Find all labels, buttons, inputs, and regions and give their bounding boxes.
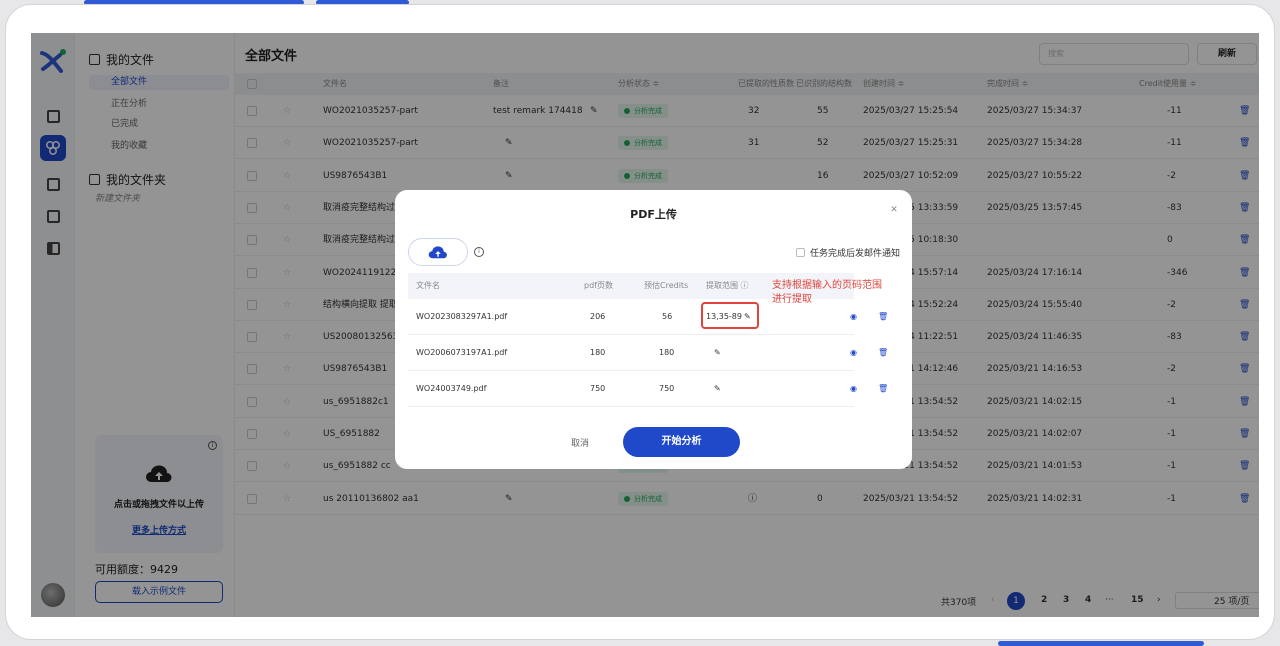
dialog-file-row: WO24003749.pdf 750 750 ✎ ◉ 🗑 [408, 371, 888, 407]
file-credits: 180 [659, 348, 675, 357]
edit-icon[interactable]: ✎ [714, 371, 721, 407]
file-name: WO2023083297A1.pdf [416, 312, 508, 321]
range-highlight-box [701, 302, 759, 329]
range-annotation: 支持根据输入的页码范围进行提取 [772, 280, 882, 305]
edit-icon[interactable]: ✎ [714, 335, 721, 371]
col-range: 提取范围 ⓘ [706, 281, 749, 290]
file-credits: 56 [662, 312, 673, 321]
cancel-button[interactable]: 取消 [571, 436, 589, 449]
preview-eye-icon[interactable]: ◉ [850, 371, 857, 407]
col-credits: 预估Credits [644, 281, 689, 290]
file-credits: 750 [659, 384, 675, 393]
dialog-file-row: WO2006073197A1.pdf 180 180 ✎ ◉ 🗑 [408, 335, 888, 371]
cloud-upload-icon [428, 245, 447, 258]
bottom-bar-accent [998, 641, 1204, 646]
start-analysis-button[interactable]: 开始分析 [623, 427, 740, 457]
notify-label: 任务完成后发邮件通知 [809, 249, 900, 259]
email-notify-checkbox[interactable]: 任务完成后发邮件通知 [795, 246, 900, 259]
upload-button[interactable] [408, 238, 468, 266]
file-name: WO2006073197A1.pdf [416, 348, 508, 357]
file-pages: 180 [590, 348, 606, 357]
info-icon[interactable]: i [474, 247, 484, 257]
pdf-upload-dialog: PDF上传 ✕ i 任务完成后发邮件通知 文件名 pdf页数 预估Credits… [395, 190, 912, 469]
file-pages: 750 [590, 384, 606, 393]
file-name: WO24003749.pdf [416, 384, 487, 393]
col-filename: 文件名 [416, 281, 440, 290]
preview-eye-icon[interactable]: ◉ [850, 335, 857, 371]
dialog-title: PDF上传 [630, 208, 677, 221]
window-frame: 我的文件 全部文件 正在分析 已完成 我的收藏 我的文件夹 新建文件夹 i 点击… [5, 4, 1275, 640]
col-pages: pdf页数 [584, 281, 613, 290]
delete-trash-icon[interactable]: 🗑 [878, 371, 888, 407]
checkbox-box[interactable] [795, 248, 805, 257]
delete-trash-icon[interactable]: 🗑 [878, 335, 888, 371]
file-pages: 206 [590, 312, 606, 321]
close-icon[interactable]: ✕ [888, 204, 900, 216]
